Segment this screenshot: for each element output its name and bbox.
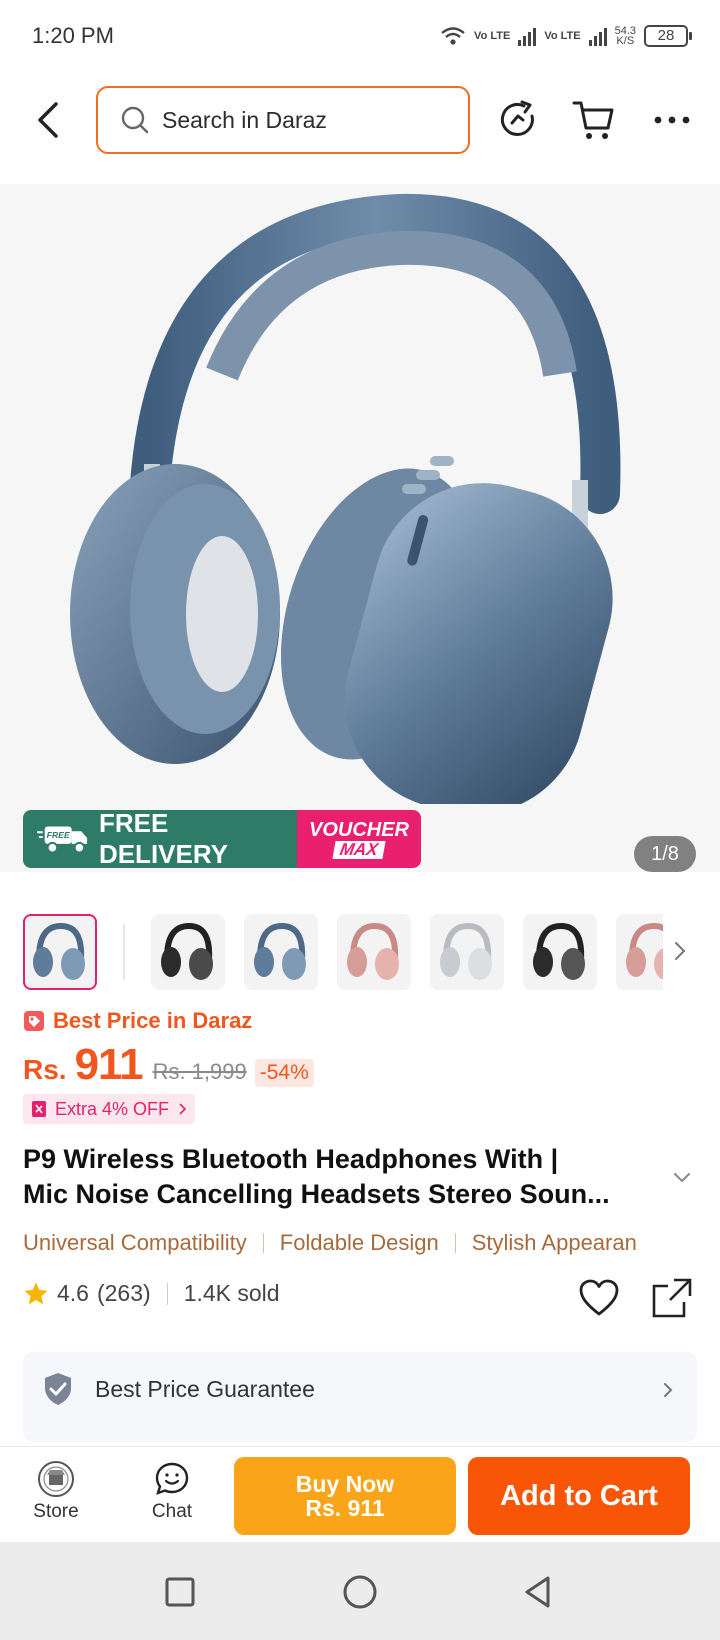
headphone-thumbnail-icon	[33, 922, 85, 980]
voucher-max-badge: VOUCHER MAX	[297, 810, 421, 868]
price-tag-icon	[24, 1011, 44, 1031]
rating-divider	[166, 1282, 168, 1305]
thumbnail-4[interactable]	[337, 914, 411, 990]
sim2-volte-label: Vo LTE	[544, 30, 581, 42]
chevron-right-icon	[664, 1383, 673, 1397]
original-price: Rs. 1,999	[152, 1059, 247, 1084]
top-header: Search in Daraz	[0, 84, 720, 156]
add-to-cart-button[interactable]: Add to Cart	[468, 1457, 690, 1535]
feature-divider	[454, 1233, 456, 1253]
truck-tag-text: FREE	[47, 830, 70, 840]
chevron-down-icon[interactable]	[670, 1168, 694, 1186]
free-delivery-badge: FREE FREE DELIVERY	[23, 810, 297, 868]
chat-icon	[155, 1462, 189, 1495]
current-price: 911	[74, 1040, 144, 1089]
store-button[interactable]: Store	[16, 1459, 96, 1523]
thumbnail-5[interactable]	[430, 914, 504, 990]
back-triangle-icon[interactable]	[518, 1572, 558, 1612]
thumbnail-7[interactable]	[616, 914, 663, 990]
voucher-text: VOUCHER	[308, 818, 409, 841]
chat-label: Chat	[151, 1501, 193, 1522]
best-price-text: Best Price in Daraz	[53, 1008, 253, 1033]
thumbnail-6[interactable]	[523, 914, 597, 990]
cart-icon[interactable]	[570, 96, 618, 144]
thumbnail-2[interactable]	[151, 914, 225, 990]
status-icons: Vo LTE Vo LTE 54.3 K/S 28	[440, 25, 692, 47]
feature-tags: Universal Compatibility Foldable Design …	[23, 1226, 720, 1260]
thumbnail-3[interactable]	[244, 914, 318, 990]
review-count: (263)	[96, 1280, 151, 1306]
signal-icon	[588, 26, 607, 46]
wifi-icon	[441, 27, 465, 45]
shield-check-icon	[45, 1373, 71, 1405]
headphone-thumbnail-icon	[533, 922, 585, 980]
product-image-gallery[interactable]: FREE FREE DELIVERY VOUCHER MAX 1/8	[0, 184, 720, 872]
refresh-icon[interactable]	[494, 96, 542, 144]
buy-now-label: Buy Now	[295, 1471, 395, 1497]
feature-tag: Stylish Appearan	[471, 1230, 637, 1255]
home-icon[interactable]	[340, 1572, 380, 1612]
rating-value: 4.6	[57, 1280, 89, 1306]
price-row: Rs. 911 Rs. 1,999 -54%	[23, 1040, 314, 1090]
network-speed-unit: K/S	[616, 35, 635, 47]
search-input[interactable]: Search in Daraz	[96, 86, 470, 154]
feature-tag: Universal Compatibility	[23, 1230, 247, 1255]
best-price-guarantee-card[interactable]: Best Price Guarantee	[23, 1352, 697, 1442]
more-options-icon[interactable]	[648, 96, 696, 144]
thumbnail-1[interactable]	[23, 914, 97, 990]
discount-badge: -54%	[254, 1059, 314, 1087]
network-speed: 54.3 K/S	[615, 26, 636, 47]
feature-tag: Foldable Design	[279, 1230, 439, 1255]
recent-apps-icon[interactable]	[160, 1572, 200, 1612]
voucher-max-text: MAX	[332, 840, 386, 859]
status-bar: 1:20 PM Vo LTE Vo LTE 54.3 K/S 28	[0, 0, 720, 72]
product-title-line-1: P9 Wireless Bluetooth Headphones With |	[23, 1144, 559, 1174]
sim1-volte-label: Vo LTE	[474, 30, 511, 42]
feature-divider	[262, 1233, 264, 1253]
store-icon	[38, 1461, 74, 1497]
delivery-truck-icon: FREE	[37, 826, 88, 854]
store-label: Store	[33, 1501, 79, 1522]
headphone-thumbnail-icon	[161, 922, 213, 980]
battery-icon: 28	[644, 25, 692, 47]
thumbnail-divider	[123, 924, 125, 980]
back-arrow-icon[interactable]	[28, 96, 72, 144]
bottom-action-bar: Store Chat Buy Now Rs. 911 Add to Cart	[0, 1446, 720, 1542]
add-to-cart-label: Add to Cart	[500, 1479, 658, 1512]
search-icon	[121, 106, 149, 134]
image-counter: 1/8	[634, 836, 696, 872]
voucher-icon	[32, 1101, 46, 1117]
rating-row[interactable]: 4.6 (263) 1.4K sold	[23, 1280, 280, 1307]
search-placeholder: Search in Daraz	[162, 106, 327, 133]
free-delivery-text: FREE DELIVERY	[98, 810, 228, 868]
extra-off-text: Extra 4% OFF	[55, 1098, 170, 1119]
product-title-line-2: Mic Noise Cancelling Headsets Stereo Sou…	[23, 1179, 610, 1209]
status-time: 1:20 PM	[32, 23, 114, 48]
headphone-thumbnail-icon	[440, 922, 492, 980]
headphone-thumbnail-icon	[626, 922, 663, 980]
sold-count: 1.4K sold	[183, 1280, 280, 1306]
headphone-thumbnail-icon	[254, 922, 306, 980]
system-nav-bar	[0, 1542, 720, 1640]
signal-icon	[518, 26, 537, 46]
share-icon[interactable]	[650, 1276, 694, 1320]
promo-banner[interactable]: FREE FREE DELIVERY VOUCHER MAX	[23, 810, 421, 868]
extra-off-voucher[interactable]: Extra 4% OFF	[23, 1094, 196, 1124]
heart-icon[interactable]	[578, 1278, 620, 1318]
price-currency: Rs.	[23, 1054, 67, 1085]
chevron-right-icon	[179, 1103, 187, 1115]
buy-now-button[interactable]: Buy Now Rs. 911	[234, 1457, 456, 1535]
chevron-right-icon[interactable]	[668, 936, 692, 966]
product-image	[70, 193, 621, 804]
guarantee-label: Best Price Guarantee	[95, 1376, 315, 1402]
buy-now-price: Rs. 911	[305, 1495, 385, 1521]
star-icon	[24, 1282, 48, 1304]
headphone-thumbnail-icon	[347, 922, 399, 980]
best-price-badge: Best Price in Daraz	[23, 1008, 252, 1034]
chat-button[interactable]: Chat	[132, 1459, 212, 1523]
thumbnail-strip	[23, 914, 663, 990]
product-title: P9 Wireless Bluetooth Headphones With | …	[23, 1142, 653, 1212]
